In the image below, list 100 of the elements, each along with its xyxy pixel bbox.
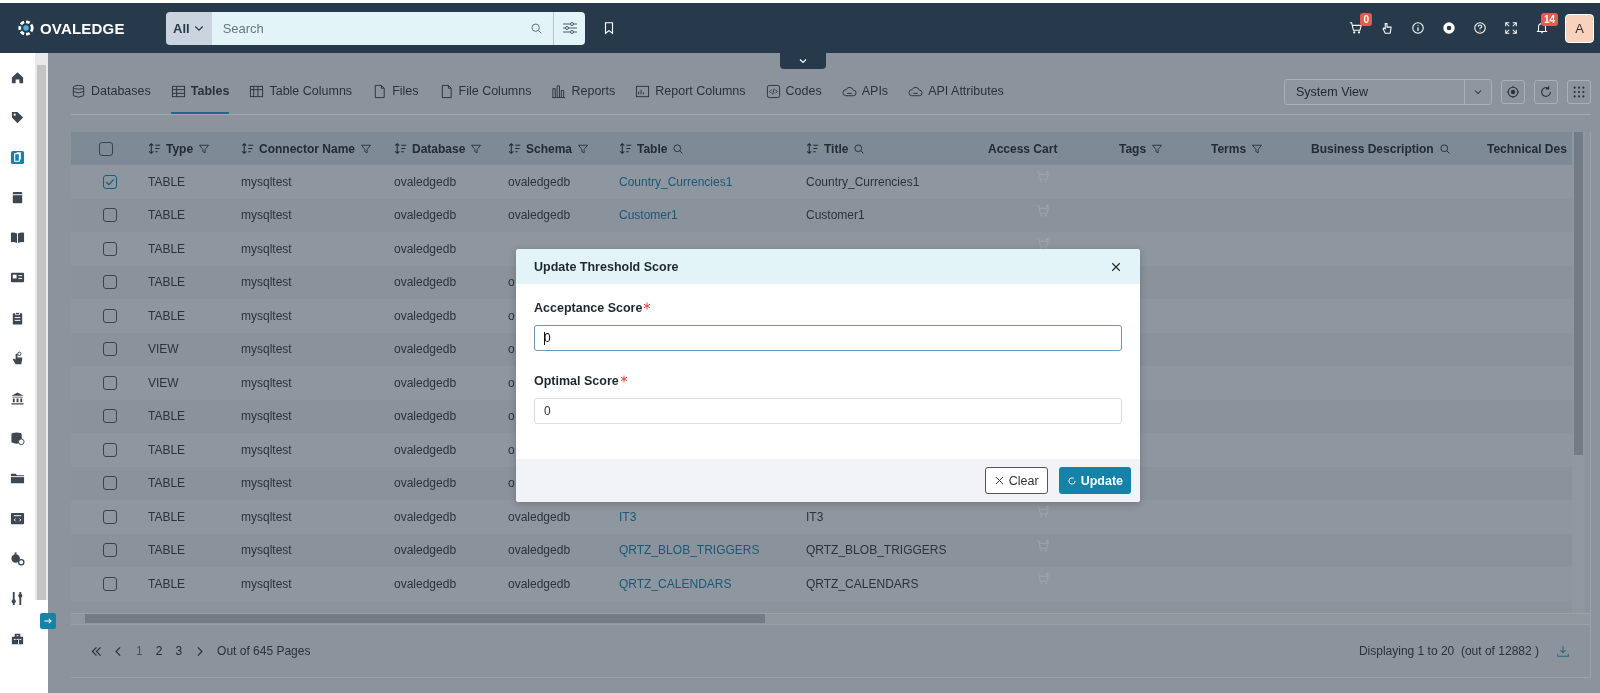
report-icon [635, 83, 651, 99]
first-page-button[interactable] [90, 644, 103, 658]
field-label: Optimal Score [534, 374, 628, 390]
column-header[interactable]: Business Description [1311, 141, 1434, 156]
bank-icon [10, 390, 25, 406]
column-header[interactable]: Table [637, 141, 668, 156]
scrollbar[interactable] [1572, 132, 1585, 613]
table-link[interactable]: IT3 [619, 509, 637, 524]
table-link[interactable]: Customer1 [619, 208, 678, 223]
code-icon [10, 511, 25, 527]
field-label: Acceptance Score [534, 301, 652, 317]
user-avatar[interactable]: A [1565, 13, 1594, 43]
table-cell: mysqltest [241, 576, 292, 591]
checkbox[interactable] [102, 208, 117, 223]
table-cell: Country_Currencies1 [806, 174, 920, 189]
checkbox[interactable] [102, 409, 117, 424]
table-cell: ovaledgedb [508, 543, 571, 558]
add-to-cart-icon[interactable] [1036, 237, 1050, 251]
tab[interactable]: Report Columns [635, 70, 746, 114]
documents-icon [10, 150, 25, 166]
checkbox[interactable] [102, 375, 117, 390]
scrollbar[interactable] [35, 53, 48, 600]
tab[interactable]: Codes [765, 70, 822, 114]
page-link[interactable]: 1 [134, 644, 145, 658]
table-cell: ovaledgedb [394, 174, 457, 189]
column-header[interactable]: Terms [1211, 141, 1247, 156]
column-header[interactable]: Title [824, 141, 849, 156]
checkbox[interactable] [102, 342, 117, 357]
tab[interactable]: APIs [841, 70, 889, 114]
database-icon [10, 430, 25, 446]
table-link[interactable]: QRTZ_BLOB_TRIGGERS [619, 543, 760, 558]
hand-icon [10, 350, 25, 366]
input-field[interactable]: 0 [534, 325, 1122, 351]
table-link[interactable]: QRTZ_CALENDARS [619, 576, 732, 591]
count-badge: 14 [1540, 13, 1558, 26]
filter-button[interactable] [553, 11, 585, 45]
archive-icon [10, 190, 25, 206]
scope-dropdown[interactable]: All [166, 11, 212, 45]
tab[interactable]: Reports [551, 70, 616, 114]
tab[interactable]: Files [372, 70, 419, 114]
target-button[interactable] [1501, 80, 1525, 104]
bell-icon [1534, 21, 1549, 35]
target-icon [1506, 85, 1520, 99]
search-icon [672, 142, 685, 155]
table-cell: mysqltest [241, 241, 292, 256]
column-header[interactable]: Type [166, 141, 194, 156]
double-chevron-left-icon [90, 644, 103, 658]
view-select[interactable]: System View [1284, 79, 1492, 105]
tab[interactable]: API Attributes [908, 70, 1004, 114]
checkbox[interactable] [102, 476, 117, 491]
download-button[interactable] [1556, 644, 1570, 658]
input-field[interactable]: 0 [534, 398, 1122, 424]
checkbox[interactable] [102, 442, 117, 457]
checkbox[interactable] [102, 174, 117, 189]
table-cell: TABLE [148, 308, 186, 323]
file-icon [372, 83, 388, 99]
tab[interactable]: Tables [170, 70, 230, 114]
page-link[interactable]: 2 [153, 644, 165, 658]
scrollbar[interactable] [71, 613, 1590, 624]
checkbox[interactable] [102, 275, 117, 290]
collapse-tab[interactable] [780, 53, 826, 69]
columns-icon [249, 83, 265, 99]
checkbox[interactable] [102, 509, 117, 524]
checkbox[interactable] [102, 576, 117, 591]
close-icon [1110, 260, 1122, 273]
table-cell: mysqltest [241, 543, 292, 558]
column-header[interactable]: Schema [526, 141, 573, 156]
table-link[interactable]: Country_Currencies1 [619, 174, 733, 189]
tools-icon [10, 591, 25, 607]
grid-menu-button[interactable] [1567, 80, 1591, 104]
column-header[interactable]: Tags [1119, 141, 1147, 156]
column-header[interactable]: Connector Name [259, 141, 356, 156]
tab[interactable]: Databases [71, 70, 151, 114]
table-cell: TABLE [148, 174, 186, 189]
tab[interactable]: File Columns [438, 70, 532, 114]
checkbox[interactable] [98, 141, 113, 156]
page-link[interactable]: 3 [173, 644, 185, 658]
column-header[interactable]: Technical Des [1487, 141, 1567, 156]
column-header[interactable]: Access Cart [988, 141, 1058, 156]
update-button[interactable]: Update [1058, 467, 1131, 494]
expand-button[interactable] [40, 613, 56, 629]
table-cell: mysqltest [241, 275, 292, 290]
bar-chart-icon [551, 83, 567, 99]
table-cell: mysqltest [241, 476, 292, 491]
cart-button[interactable]: 0 [1340, 13, 1371, 43]
fullscreen-icon [1503, 21, 1518, 35]
clear-button[interactable]: Clear [984, 467, 1048, 494]
checkbox[interactable] [102, 241, 117, 256]
dialog-title: Update Threshold Score [534, 259, 679, 274]
refresh-button[interactable] [1534, 80, 1558, 104]
table-cell: mysqltest [241, 342, 292, 357]
tab[interactable]: Table Columns [249, 70, 353, 114]
close-button[interactable] [1110, 260, 1122, 273]
table-cell: ovaledgedb [394, 409, 457, 424]
column-header[interactable]: Database [412, 141, 466, 156]
logo: OVALEDGE [40, 19, 125, 37]
checkbox[interactable] [102, 543, 117, 558]
table-cell: ovaledgedb [394, 576, 457, 591]
checkbox[interactable] [102, 308, 117, 323]
notifications-button[interactable]: 14 [1526, 13, 1557, 43]
